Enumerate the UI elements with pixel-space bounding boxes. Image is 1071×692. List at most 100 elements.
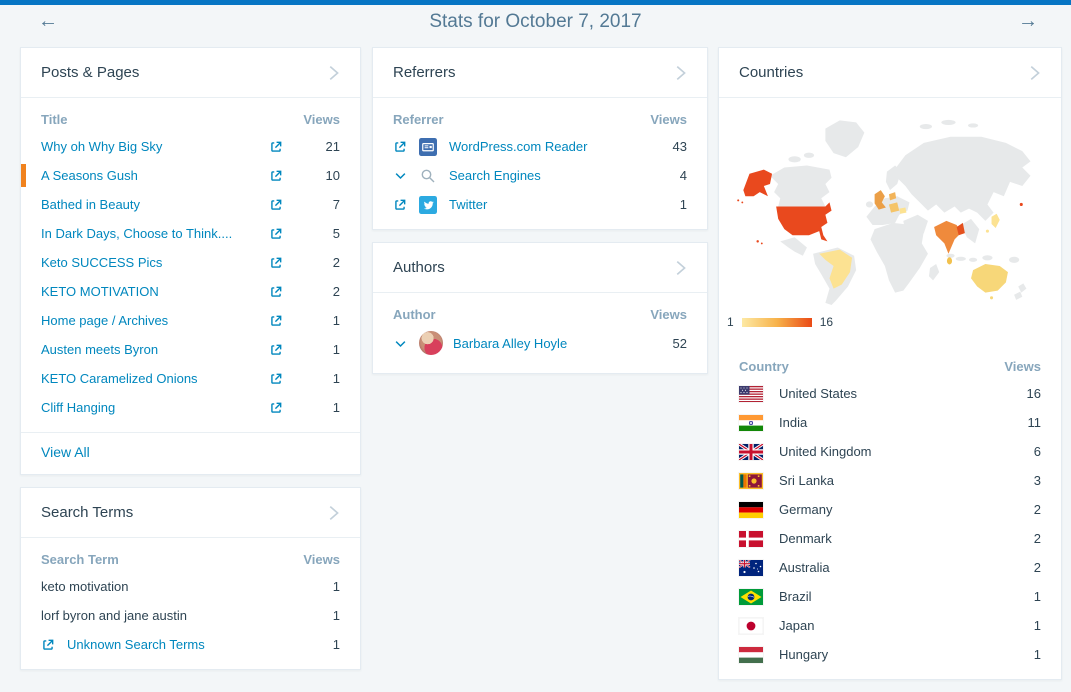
column-country: Country [739, 359, 997, 374]
column-views: Views [296, 112, 340, 127]
posts-pages-card: Posts & Pages Title Views Why oh Why Big… [20, 47, 361, 475]
table-row: Bathed in Beauty 7 [41, 190, 340, 219]
views-count: 52 [643, 336, 687, 351]
authors-table-header: Author Views [393, 301, 687, 327]
search-terms-card: Search Terms Search Term Views keto moti… [20, 487, 361, 670]
world-map[interactable] [719, 98, 1061, 311]
table-row: WordPress.com Reader 43 [393, 132, 687, 161]
table-row: Japan 1 [739, 611, 1041, 640]
table-row: Austen meets Byron 1 [41, 335, 340, 364]
posts-pages-header[interactable]: Posts & Pages [21, 48, 360, 98]
chevron-right-icon[interactable] [669, 62, 691, 84]
search-icon [419, 167, 449, 185]
map-legend: 1 16 [719, 311, 1061, 339]
chevron-right-icon[interactable] [322, 502, 344, 524]
referrer-link[interactable]: Search Engines [449, 168, 643, 183]
search-terms-header[interactable]: Search Terms [21, 488, 360, 538]
chevron-right-icon[interactable] [1023, 62, 1045, 84]
unknown-search-terms-link[interactable]: Unknown Search Terms [67, 637, 296, 652]
external-link-icon[interactable] [269, 372, 283, 386]
external-link-icon[interactable] [393, 198, 419, 212]
external-link-icon[interactable] [269, 227, 283, 241]
post-link[interactable]: Bathed in Beauty [41, 197, 256, 212]
referrer-link[interactable]: WordPress.com Reader [449, 139, 643, 154]
views-count: 6 [997, 444, 1041, 459]
chevron-right-icon[interactable] [669, 257, 691, 279]
chevron-down-icon[interactable] [393, 336, 419, 351]
table-row: Sri Lanka 3 [739, 466, 1041, 495]
external-link-icon[interactable] [269, 256, 283, 270]
external-link-icon[interactable] [393, 140, 419, 154]
external-link-icon[interactable] [269, 198, 283, 212]
views-count: 1 [296, 400, 340, 415]
country-name: Hungary [779, 647, 997, 662]
post-link[interactable]: In Dark Days, Choose to Think.... [41, 226, 256, 241]
referrers-header[interactable]: Referrers [373, 48, 707, 98]
post-link[interactable]: Cliff Hanging [41, 400, 256, 415]
country-name: Brazil [779, 589, 997, 604]
table-row: Australia 2 [739, 553, 1041, 582]
flag-uk-icon [739, 444, 779, 460]
table-row: Keto SUCCESS Pics 2 [41, 248, 340, 277]
flag-us-icon [739, 386, 779, 402]
post-link[interactable]: Why oh Why Big Sky [41, 139, 256, 154]
posts-table-header: Title Views [41, 106, 340, 132]
post-link[interactable]: A Seasons Gush [41, 168, 256, 183]
views-count: 1 [643, 197, 687, 212]
views-count: 10 [296, 168, 340, 183]
views-count: 21 [296, 139, 340, 154]
country-name: Denmark [779, 531, 997, 546]
flag-brazil-icon [739, 589, 779, 605]
legend-min-label: 1 [727, 315, 734, 329]
post-link[interactable]: Keto SUCCESS Pics [41, 255, 256, 270]
table-row: Germany 2 [739, 495, 1041, 524]
post-link[interactable]: KETO MOTIVATION [41, 284, 256, 299]
wordpress-reader-icon [419, 138, 449, 156]
column-referrer: Referrer [393, 112, 643, 127]
column-views: Views [997, 359, 1041, 374]
author-link[interactable]: Barbara Alley Hoyle [453, 336, 643, 351]
search-term-text: keto motivation [41, 579, 296, 594]
table-row: Barbara Alley Hoyle 52 [393, 327, 687, 359]
flag-india-icon [739, 415, 779, 431]
flag-australia-icon [739, 560, 779, 576]
flag-japan-icon [739, 618, 779, 634]
next-period-arrow-icon[interactable]: → [1013, 9, 1043, 33]
table-row: KETO MOTIVATION 2 [41, 277, 340, 306]
external-link-icon[interactable] [269, 343, 283, 357]
view-all-link[interactable]: View All [41, 444, 90, 460]
authors-header[interactable]: Authors [373, 243, 707, 293]
table-row: Search Engines 4 [393, 161, 687, 190]
countries-header[interactable]: Countries [719, 48, 1061, 98]
external-link-icon[interactable] [269, 285, 283, 299]
external-link-icon[interactable] [41, 638, 67, 652]
table-row: Hungary 1 [739, 640, 1041, 669]
table-row: United States 16 [739, 379, 1041, 408]
post-link[interactable]: KETO Caramelized Onions [41, 371, 256, 386]
post-link[interactable]: Home page / Archives [41, 313, 256, 328]
country-name: Australia [779, 560, 997, 575]
external-link-icon[interactable] [269, 401, 283, 415]
flag-sri-lanka-icon [739, 473, 779, 489]
table-row: India 11 [739, 408, 1041, 437]
external-link-icon[interactable] [269, 140, 283, 154]
post-link[interactable]: Austen meets Byron [41, 342, 256, 357]
selected-post-marker [21, 164, 26, 187]
table-row: United Kingdom 6 [739, 437, 1041, 466]
search-terms-title: Search Terms [41, 504, 133, 521]
country-name: Germany [779, 502, 997, 517]
table-row: Brazil 1 [739, 582, 1041, 611]
referrer-link[interactable]: Twitter [449, 197, 643, 212]
table-row: Home page / Archives 1 [41, 306, 340, 335]
chevron-down-icon[interactable] [393, 168, 419, 183]
table-row: lorf byron and jane austin 1 [41, 601, 340, 630]
external-link-icon[interactable] [269, 314, 283, 328]
referrers-table-header: Referrer Views [393, 106, 687, 132]
chevron-right-icon[interactable] [322, 62, 344, 84]
country-name: India [779, 415, 997, 430]
views-count: 1 [296, 342, 340, 357]
table-row: In Dark Days, Choose to Think.... 5 [41, 219, 340, 248]
external-link-icon[interactable] [269, 169, 283, 183]
countries-table-header: Country Views [739, 353, 1041, 379]
table-row: keto motivation 1 [41, 572, 340, 601]
